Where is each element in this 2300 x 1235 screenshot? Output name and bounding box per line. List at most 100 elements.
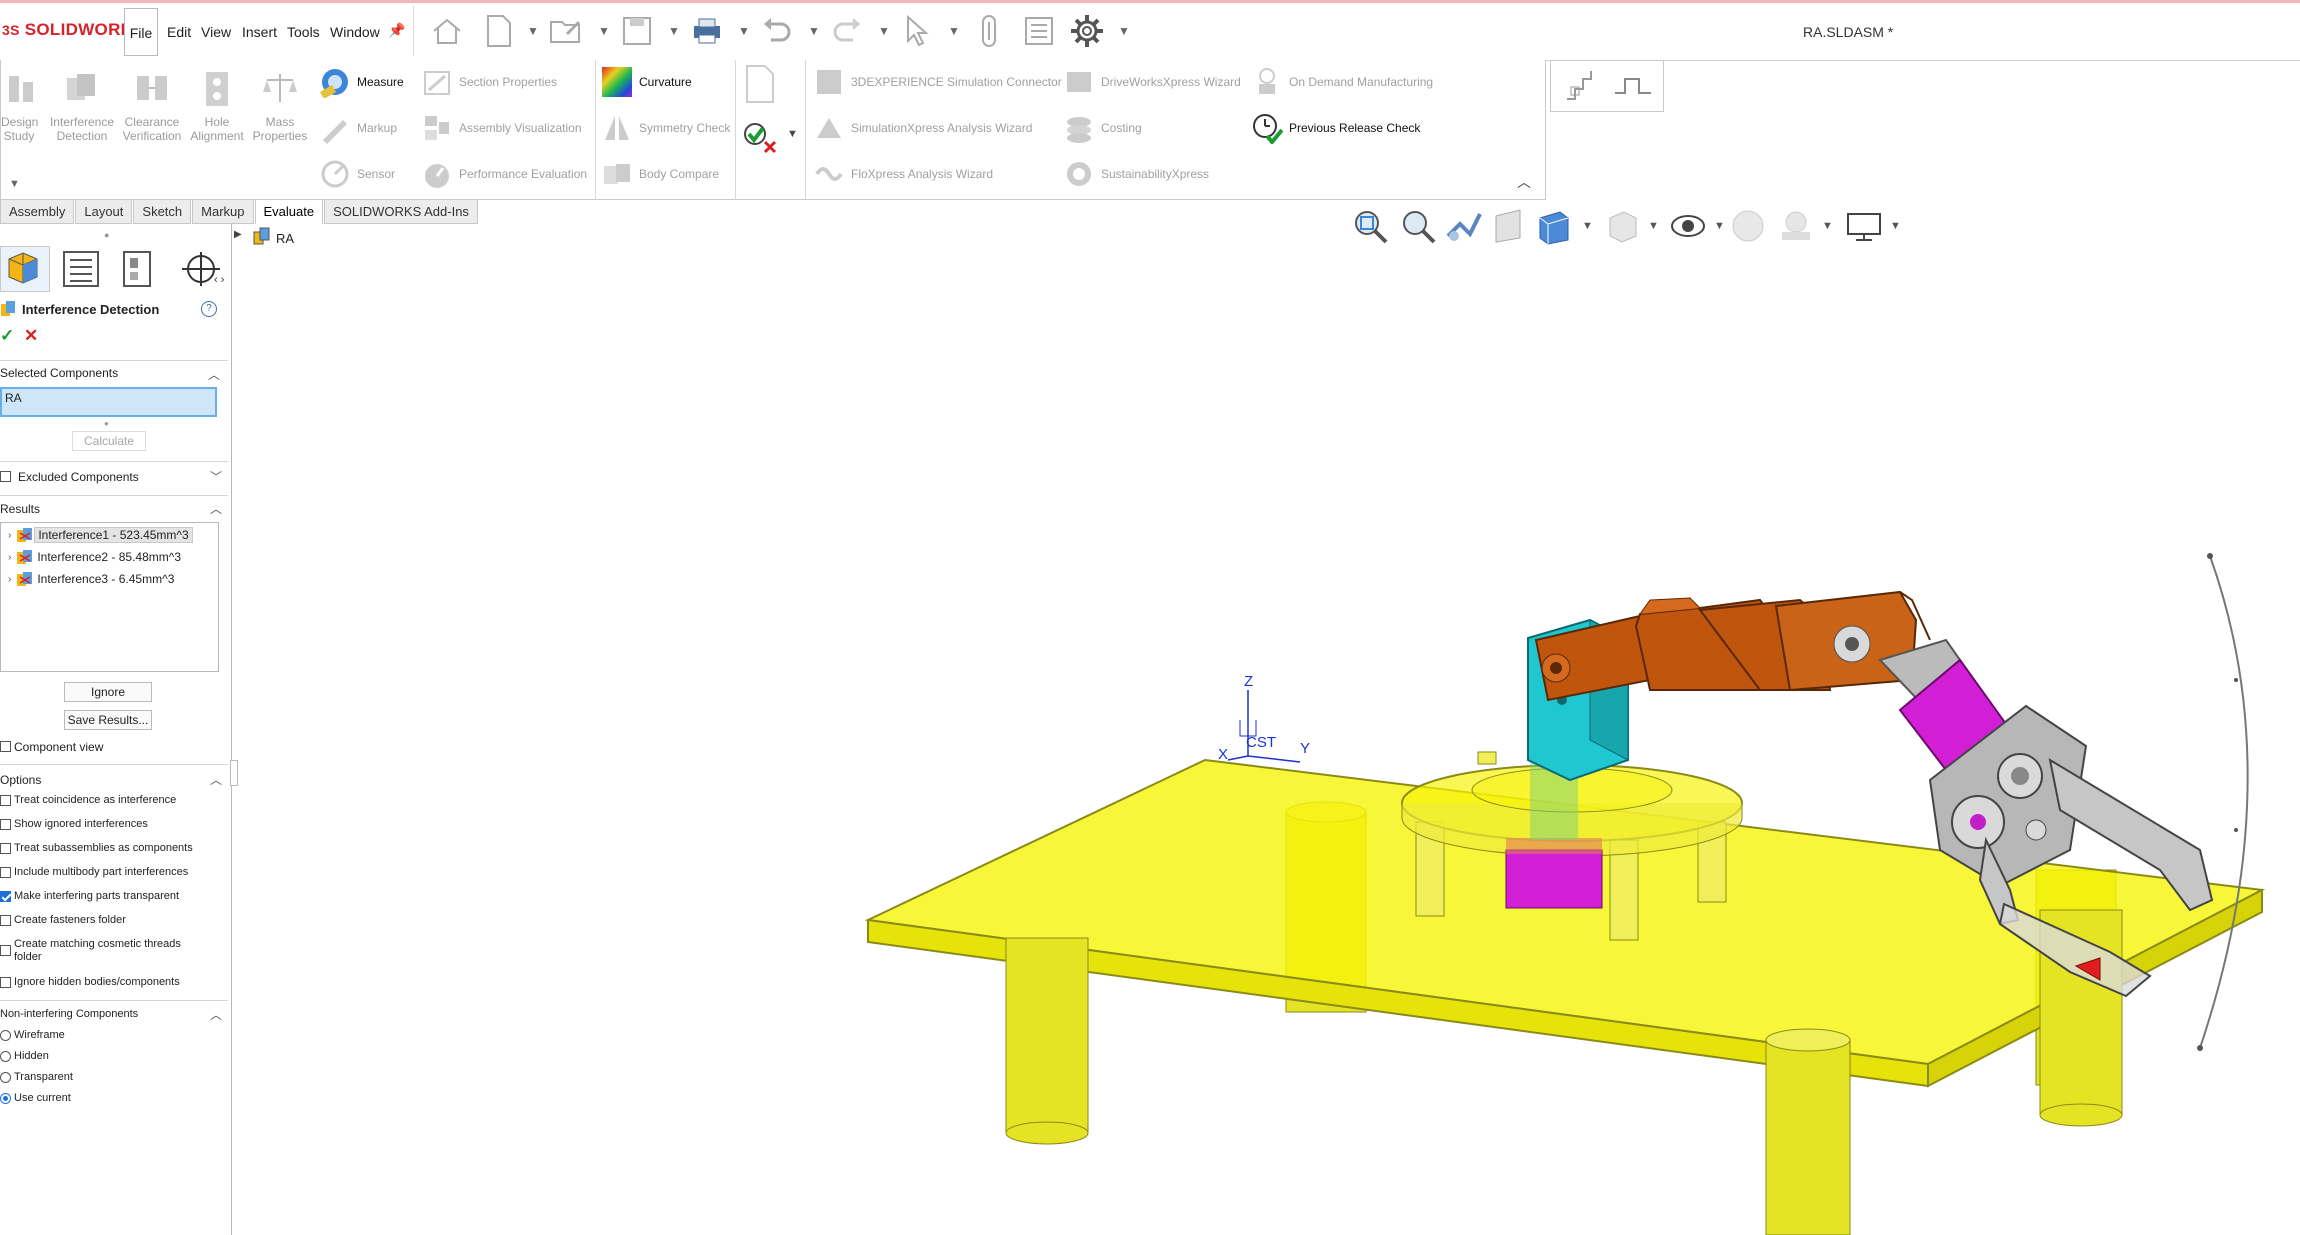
tab-evaluate[interactable]: Evaluate <box>254 200 324 224</box>
ignore-button[interactable]: Ignore <box>64 682 152 702</box>
expand-arrow-icon[interactable]: › <box>8 530 11 541</box>
collapse-ribbon-chevron-up-icon[interactable]: ︿ <box>1517 172 1531 192</box>
sustainabilityxpress-button[interactable]: SustainabilityXpress <box>1063 158 1209 190</box>
print-icon[interactable] <box>688 13 726 49</box>
tab-markup[interactable]: Markup <box>192 200 254 224</box>
tab-solidworks-add-ins[interactable]: SOLIDWORKS Add-Ins <box>324 200 478 224</box>
rebuild-icon[interactable] <box>970 13 1008 49</box>
result-item[interactable]: › Interference1 - 523.45mm^3 <box>1 525 193 545</box>
steps-icon[interactable] <box>1565 69 1599 103</box>
options-dropdown-icon[interactable]: ▼ <box>1118 24 1130 38</box>
home-icon[interactable] <box>428 13 466 49</box>
markup-button[interactable]: Markup <box>319 112 397 144</box>
measure-button[interactable]: Measure <box>319 66 404 98</box>
clearance-verification-button[interactable]: Clearance Verification <box>119 68 185 143</box>
symmetry-check-button[interactable]: Symmetry Check <box>601 112 730 144</box>
pin-icon[interactable]: 📌 <box>388 22 405 39</box>
calculate-button[interactable]: Calculate <box>72 431 146 451</box>
file-properties-icon[interactable] <box>1020 13 1058 49</box>
chevron-up-icon[interactable]: ︿ <box>210 1006 222 1023</box>
curvature-button[interactable]: Curvature <box>601 66 692 98</box>
performance-evaluation-button[interactable]: Performance Evaluation <box>421 158 587 190</box>
redo-icon[interactable] <box>828 13 866 49</box>
check-tool-icon[interactable] <box>741 116 781 156</box>
simulationxpress-wizard-button[interactable]: SimulationXpress Analysis Wizard <box>813 112 1032 144</box>
select-cursor-icon[interactable] <box>898 13 936 49</box>
menu-view[interactable]: View <box>201 24 231 40</box>
panel-splitter-handle[interactable]: ● <box>104 230 109 240</box>
ribbon-more-dropdown-icon[interactable]: ▼ <box>9 178 20 190</box>
display-mode-radio[interactable] <box>0 1030 11 1041</box>
interference-detection-button[interactable]: Interference Detection <box>47 68 117 143</box>
expand-arrow-icon[interactable]: › <box>8 552 11 563</box>
options-gear-icon[interactable] <box>1068 13 1106 49</box>
3dexperience-simulation-connector-button[interactable]: 3DEXPERIENCE Simulation Connector <box>813 66 1062 98</box>
selected-component-item[interactable]: RA <box>5 391 22 405</box>
option-checkbox[interactable] <box>0 915 11 926</box>
configurationmanager-tab[interactable] <box>114 246 160 292</box>
display-mode-radio[interactable] <box>0 1072 11 1083</box>
option-checkbox-checked[interactable] <box>0 891 11 902</box>
tab-assembly[interactable]: Assembly <box>0 200 75 224</box>
option-checkbox[interactable] <box>0 867 11 878</box>
selected-components-list[interactable]: RA <box>0 387 217 417</box>
component-view-checkbox[interactable] <box>0 741 11 752</box>
tab-layout[interactable]: Layout <box>75 200 133 224</box>
undo-icon[interactable] <box>758 13 796 49</box>
driveworksxpress-wizard-button[interactable]: DriveWorksXpress Wizard <box>1063 66 1241 98</box>
propertymanager-tab[interactable] <box>58 246 104 292</box>
undo-dropdown-icon[interactable]: ▼ <box>808 24 820 38</box>
open-dropdown-icon[interactable]: ▼ <box>598 24 610 38</box>
section-properties-button[interactable]: Section Properties <box>421 66 557 98</box>
selected-components-header[interactable]: Selected Components ︿ <box>0 366 228 382</box>
chevron-up-icon[interactable]: ︿ <box>210 771 222 788</box>
check-dropdown-icon[interactable]: ▼ <box>787 128 798 140</box>
menu-file[interactable]: File <box>124 8 158 56</box>
display-mode-radio[interactable] <box>0 1051 11 1062</box>
result-item[interactable]: › Interference2 - 85.48mm^3 <box>1 547 184 567</box>
help-icon[interactable]: ? <box>201 301 217 317</box>
chevron-up-icon[interactable]: ︿ <box>210 500 222 517</box>
result-item[interactable]: › Interference3 - 6.45mm^3 <box>1 569 177 589</box>
new-dropdown-icon[interactable]: ▼ <box>527 24 539 38</box>
option-checkbox[interactable] <box>0 819 11 830</box>
menu-window[interactable]: Window <box>330 24 380 40</box>
new-document-icon[interactable] <box>480 13 518 49</box>
option-checkbox[interactable] <box>0 945 11 956</box>
mass-properties-button[interactable]: Mass Properties <box>249 68 311 143</box>
save-results-button[interactable]: Save Results... <box>64 710 152 730</box>
pulse-icon[interactable] <box>1613 71 1653 101</box>
menu-edit[interactable]: Edit <box>167 24 191 40</box>
list-resize-handle[interactable]: ● <box>104 419 109 428</box>
panel-scroll-arrows-icon[interactable]: ‹ › <box>214 274 224 286</box>
print-dropdown-icon[interactable]: ▼ <box>738 24 750 38</box>
hole-alignment-button[interactable]: Hole Alignment <box>187 68 247 143</box>
costing-button[interactable]: Costing <box>1063 112 1142 144</box>
save-icon[interactable] <box>618 13 656 49</box>
expand-arrow-icon[interactable]: › <box>8 574 11 585</box>
tab-sketch[interactable]: Sketch <box>133 200 192 224</box>
select-dropdown-icon[interactable]: ▼ <box>948 24 960 38</box>
cancel-x-icon[interactable]: ✕ <box>24 326 38 346</box>
sensor-button[interactable]: Sensor <box>319 158 395 190</box>
ok-checkmark-icon[interactable]: ✓ <box>0 326 14 346</box>
option-checkbox[interactable] <box>0 977 11 988</box>
chevron-down-icon[interactable]: ﹀ <box>210 468 222 485</box>
option-checkbox[interactable] <box>0 795 11 806</box>
assembly-visualization-button[interactable]: Assembly Visualization <box>421 112 582 144</box>
open-folder-icon[interactable] <box>548 13 586 49</box>
excluded-components-checkbox[interactable] <box>0 471 11 482</box>
previous-release-check-button[interactable]: Previous Release Check <box>1251 112 1420 144</box>
featuremanager-tab[interactable] <box>0 246 50 292</box>
menu-tools[interactable]: Tools <box>287 24 320 40</box>
redo-dropdown-icon[interactable]: ▼ <box>878 24 890 38</box>
graphics-area[interactable] <box>232 224 2300 1235</box>
option-checkbox[interactable] <box>0 843 11 854</box>
on-demand-manufacturing-button[interactable]: On Demand Manufacturing <box>1251 66 1433 98</box>
design-study-button[interactable]: Design Study <box>1 68 38 143</box>
body-compare-button[interactable]: Body Compare <box>601 158 719 190</box>
display-mode-radio-selected[interactable] <box>0 1093 11 1104</box>
menu-insert[interactable]: Insert <box>242 24 277 40</box>
floxpress-wizard-button[interactable]: FloXpress Analysis Wizard <box>813 158 993 190</box>
save-dropdown-icon[interactable]: ▼ <box>668 24 680 38</box>
